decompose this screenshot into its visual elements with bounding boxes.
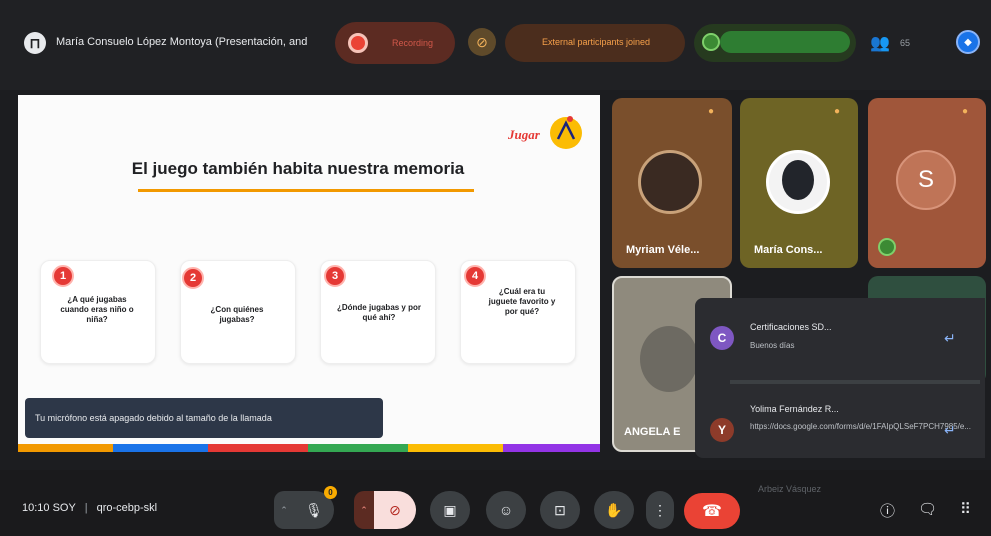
- present-button[interactable]: ⊡: [540, 491, 580, 529]
- mic-muted-toast: Tu micrófono está apagado debido al tama…: [25, 398, 383, 438]
- chat-popup[interactable]: [695, 298, 985, 458]
- participant-tile[interactable]: ● María Cons...: [740, 98, 858, 268]
- mic-off-icon: ●: [834, 106, 841, 117]
- color-strip-segment: [113, 444, 208, 452]
- chat-avatar: Y: [710, 418, 734, 442]
- color-strip-segment: [18, 444, 113, 452]
- avatar-letter: S: [896, 150, 956, 210]
- separator: |: [84, 502, 88, 514]
- card-question: ¿A qué jugabas cuando eras niño o niña?: [60, 295, 134, 324]
- raise-hand-button[interactable]: ✋: [594, 491, 634, 529]
- external-participants-label: External participants joined: [542, 37, 651, 47]
- end-call-button[interactable]: ☎: [684, 493, 740, 529]
- participant-name: ANGELA E: [624, 426, 681, 438]
- participant-name: Myriam Véle...: [626, 244, 700, 256]
- slide-logo: Jugar: [507, 116, 582, 149]
- recording-label: Recording: [392, 38, 434, 48]
- reply-icon[interactable]: ↵: [944, 330, 956, 347]
- presenting-icon: ⊓: [24, 32, 46, 54]
- card-question: ¿Dónde jugabas y por qué ahí?: [336, 303, 421, 322]
- card-question: ¿Cuál era tu juguete favorito y por qué?: [488, 287, 556, 316]
- mic-off-icon: ●: [708, 106, 715, 117]
- card-number: 1: [52, 265, 74, 287]
- avatar: [640, 326, 698, 392]
- camera-options-button[interactable]: ⌃: [354, 491, 374, 529]
- captions-button[interactable]: ▣: [430, 491, 470, 529]
- chat-sender: Certificaciones SD...: [750, 322, 832, 332]
- slide-title: El juego también habita nuestra memoria: [131, 159, 465, 178]
- chat-avatar: C: [710, 326, 734, 350]
- activity-icon: [702, 33, 720, 51]
- card-number: 4: [464, 265, 486, 287]
- color-strip-segment: [308, 444, 408, 452]
- chat-message: Buenos días: [750, 341, 795, 350]
- mic-badge: 0: [324, 486, 337, 499]
- meeting-info: 10:10 SOY | qro-cebp-skl: [22, 502, 157, 514]
- chat-divider: [730, 380, 980, 384]
- chat-sender: Yolima Fernández R...: [750, 404, 839, 414]
- color-strip-segment: [503, 444, 600, 452]
- color-strip-segment: [208, 444, 308, 452]
- clock: 10:10 SOY: [22, 502, 76, 514]
- avatar: [638, 150, 702, 214]
- card-question: ¿Con quiénes jugabas?: [210, 305, 264, 324]
- mic-options-button[interactable]: ⌃: [274, 491, 294, 529]
- participant-tile[interactable]: ● S: [868, 98, 986, 268]
- activity-icon: [878, 238, 896, 256]
- chat-sender-faded: Arbeiz Vásquez: [758, 484, 822, 494]
- card-number: 3: [324, 265, 346, 287]
- presenter-name: María Consuelo López Montoya (Presentaci…: [56, 36, 308, 48]
- slide-logo-text: Jugar: [507, 127, 541, 142]
- chat-icon[interactable]: 🗨: [918, 500, 937, 518]
- reply-icon[interactable]: ↵: [944, 422, 956, 439]
- info-icon[interactable]: ⓘ: [880, 500, 895, 521]
- emoji-button[interactable]: ☺: [486, 491, 526, 529]
- color-strip-segment: [408, 444, 503, 452]
- activity-bar: [720, 31, 850, 53]
- people-icon[interactable]: 👥: [870, 33, 890, 53]
- avatar-silhouette: [782, 160, 814, 200]
- more-options-button[interactable]: ⋮: [646, 491, 674, 529]
- participant-tile[interactable]: ● Myriam Véle...: [612, 98, 732, 268]
- chat-message[interactable]: https://docs.google.com/forms/d/e/1FAIpQ…: [750, 421, 971, 434]
- card-number: 2: [182, 267, 204, 289]
- slide-title-underline: [138, 189, 474, 192]
- participant-count: 65: [900, 38, 911, 48]
- participant-name: María Cons...: [754, 244, 823, 256]
- mic-off-icon: ●: [962, 106, 969, 117]
- camera-off-button[interactable]: ⊘: [374, 491, 416, 529]
- apps-icon[interactable]: ⠿: [960, 500, 971, 518]
- camera-off-icon[interactable]: ⊘: [468, 28, 496, 56]
- host-controls-icon[interactable]: ◆: [956, 30, 980, 54]
- meeting-code: qro-cebp-skl: [96, 502, 158, 514]
- record-icon: [348, 33, 368, 53]
